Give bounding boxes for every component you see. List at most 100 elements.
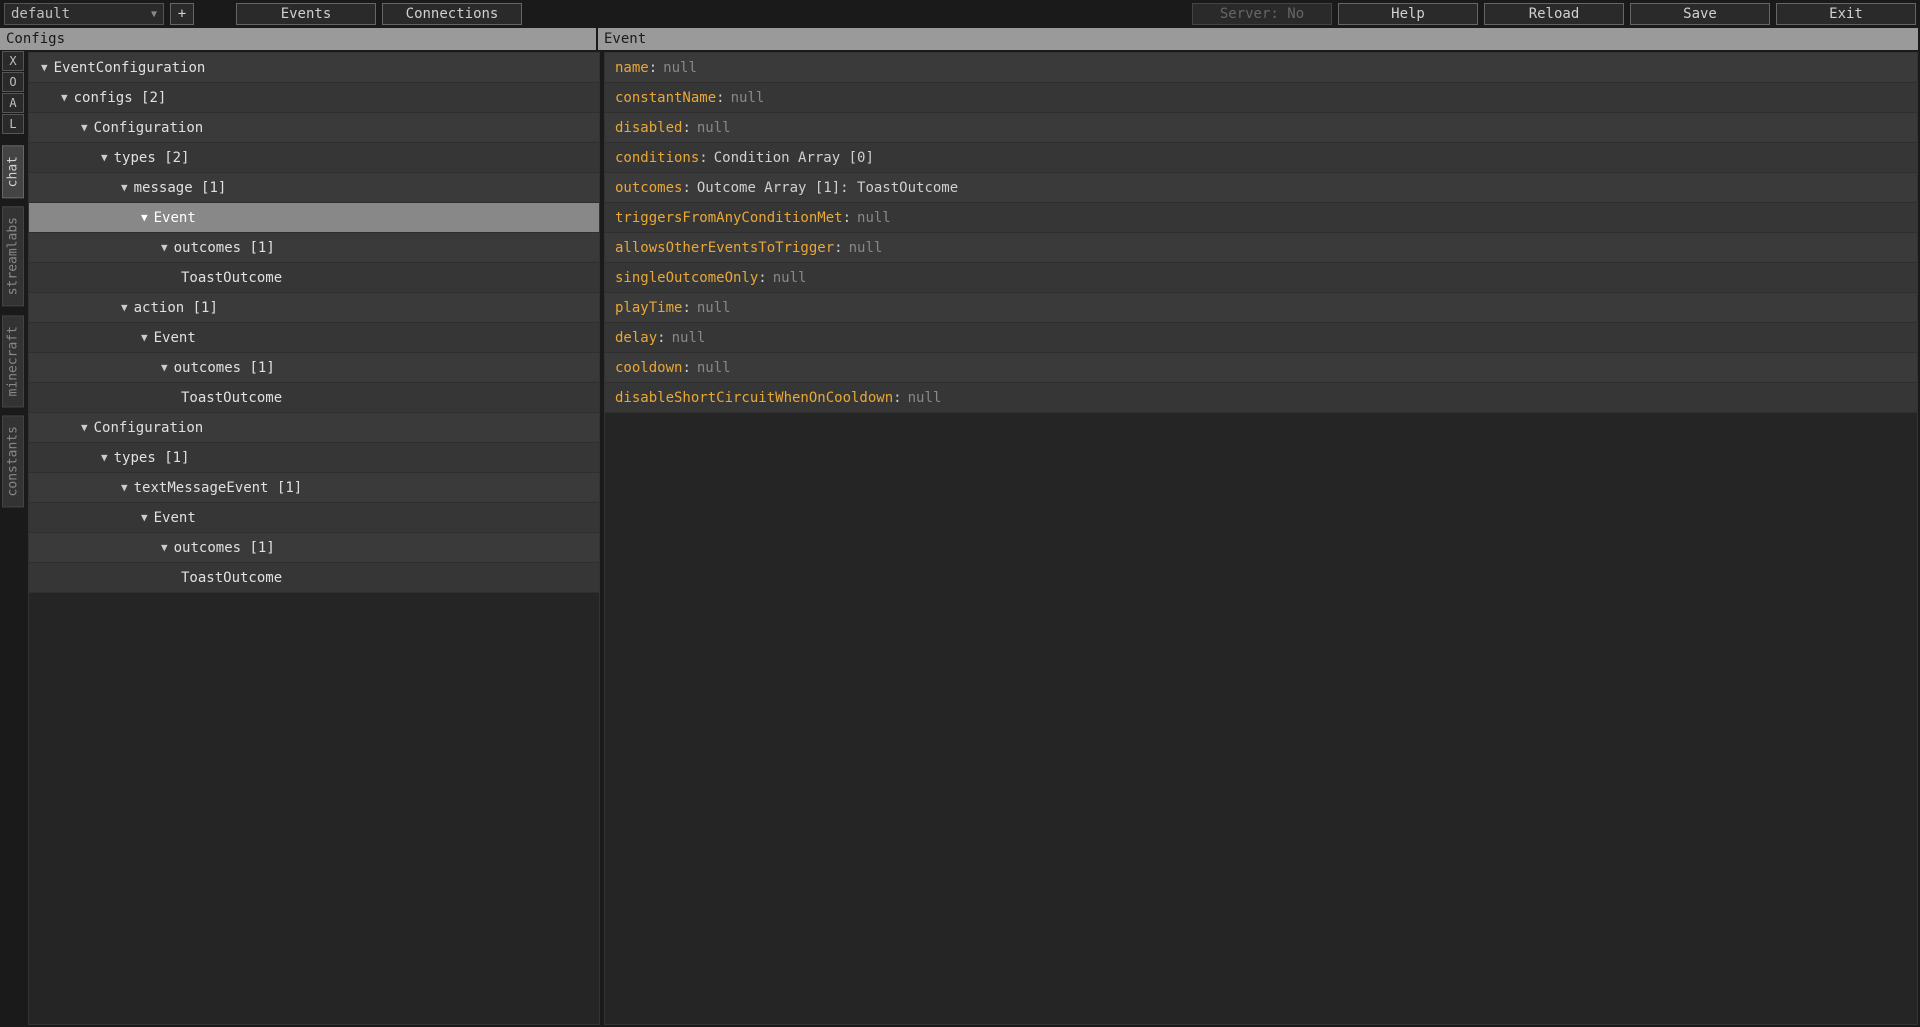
expand-arrow-icon[interactable]: ▼ (41, 61, 48, 74)
save-button[interactable]: Save (1630, 3, 1770, 25)
event-properties-panel: name:nullconstantName:nulldisabled:nullc… (604, 52, 1918, 1025)
tree-row[interactable]: ▼ Configuration (29, 413, 599, 443)
property-row[interactable]: triggersFromAnyConditionMet:null (605, 203, 1917, 233)
property-separator: : (716, 90, 724, 106)
expand-arrow-icon[interactable]: ▼ (161, 361, 168, 374)
property-row[interactable]: disabled:null (605, 113, 1917, 143)
expand-arrow-icon[interactable]: ▼ (161, 241, 168, 254)
expand-arrow-icon[interactable]: ▼ (101, 451, 108, 464)
property-key: disabled (615, 120, 682, 136)
tree-row-label: ToastOutcome (181, 270, 282, 286)
expand-arrow-icon[interactable]: ▼ (121, 181, 128, 194)
tree-row[interactable]: ▼ outcomes [1] (29, 233, 599, 263)
tree-row-label: action [1] (134, 300, 218, 316)
expand-arrow-icon[interactable]: ▼ (161, 541, 168, 554)
expand-arrow-icon[interactable]: ▼ (61, 91, 68, 104)
property-separator: : (682, 360, 690, 376)
sidebar-column: XOAL chat streamlabs minecraft constants (0, 50, 26, 1027)
expand-arrow-icon[interactable]: ▼ (121, 301, 128, 314)
tree-row-label: outcomes [1] (174, 240, 275, 256)
expand-arrow-icon[interactable]: ▼ (81, 421, 88, 434)
tree-row-label: types [2] (114, 150, 190, 166)
vtab-chat[interactable]: chat (2, 145, 24, 198)
property-key: playTime (615, 300, 682, 316)
property-separator: : (699, 150, 707, 166)
property-row[interactable]: constantName:null (605, 83, 1917, 113)
tree-row[interactable]: ▼ Configuration (29, 113, 599, 143)
tree-row[interactable]: ▼ types [2] (29, 143, 599, 173)
property-separator: : (682, 180, 690, 196)
property-row[interactable]: playTime:null (605, 293, 1917, 323)
property-key: singleOutcomeOnly (615, 270, 758, 286)
tree-row[interactable]: ▼ EventConfiguration (29, 53, 599, 83)
profile-dropdown[interactable]: default ▼ (4, 3, 164, 25)
tree-row-label: EventConfiguration (54, 60, 206, 76)
profile-dropdown-value: default (11, 6, 70, 22)
event-panel-header: Event (598, 28, 1920, 50)
tree-row[interactable]: ▼ message [1] (29, 173, 599, 203)
property-key: conditions (615, 150, 699, 166)
property-row[interactable]: allowsOtherEventsToTrigger:null (605, 233, 1917, 263)
tree-row[interactable]: ▼ outcomes [1] (29, 533, 599, 563)
mini-button-a[interactable]: A (2, 93, 24, 113)
tree-row-label: Event (154, 210, 196, 226)
tree-row[interactable]: ▼types [1] (29, 443, 599, 473)
tree-row[interactable]: ▼ textMessageEvent [1] (29, 473, 599, 503)
mini-button-o[interactable]: O (2, 72, 24, 92)
property-row[interactable]: cooldown:null (605, 353, 1917, 383)
tree-row[interactable]: ▼ action [1] (29, 293, 599, 323)
mini-button-l[interactable]: L (2, 114, 24, 134)
tree-row-label: Configuration (94, 420, 204, 436)
property-row[interactable]: name:null (605, 53, 1917, 83)
tree-row[interactable]: ToastOutcome (29, 383, 599, 413)
expand-arrow-icon[interactable]: ▼ (121, 481, 128, 494)
tree-row[interactable]: ToastOutcome (29, 263, 599, 293)
property-key: delay (615, 330, 657, 346)
mini-button-x[interactable]: X (2, 51, 24, 71)
server-status-button[interactable]: Server: No (1192, 3, 1332, 25)
property-value: null (672, 330, 706, 346)
expand-arrow-icon[interactable]: ▼ (141, 331, 148, 344)
expand-arrow-icon[interactable]: ▼ (81, 121, 88, 134)
tree-row-label: outcomes [1] (174, 360, 275, 376)
property-row[interactable]: disableShortCircuitWhenOnCooldown:null (605, 383, 1917, 413)
tree-row[interactable]: ▼ Event (29, 203, 599, 233)
connections-button[interactable]: Connections (382, 3, 522, 25)
property-separator: : (657, 330, 665, 346)
property-row[interactable]: delay: null (605, 323, 1917, 353)
vtab-constants[interactable]: constants (2, 415, 24, 507)
configs-tree-panel: ▼EventConfiguration▼configs [2]▼Configur… (28, 52, 600, 1025)
tree-row[interactable]: ▼ outcomes [1] (29, 353, 599, 383)
property-value: null (663, 60, 697, 76)
property-value: Outcome Array [1]: ToastOutcome (697, 180, 958, 196)
add-profile-button[interactable]: + (170, 3, 194, 25)
toolbar-right-group: Server: No Help Reload Save Exit (1192, 3, 1916, 25)
property-key: constantName (615, 90, 716, 106)
events-button[interactable]: Events (236, 3, 376, 25)
tree-row-label: outcomes [1] (174, 540, 275, 556)
property-row[interactable]: outcomes:Outcome Array [1]: ToastOutcome (605, 173, 1917, 203)
help-button[interactable]: Help (1338, 3, 1478, 25)
property-key: disableShortCircuitWhenOnCooldown (615, 390, 893, 406)
reload-button[interactable]: Reload (1484, 3, 1624, 25)
tree-row[interactable]: ▼configs [2] (29, 83, 599, 113)
property-separator: : (682, 300, 690, 316)
expand-arrow-icon[interactable]: ▼ (141, 211, 148, 224)
property-value: null (697, 120, 731, 136)
top-toolbar: default ▼ + Events Connections Server: N… (0, 0, 1920, 28)
tree-row[interactable]: ▼ Event (29, 323, 599, 353)
expand-arrow-icon[interactable]: ▼ (101, 151, 108, 164)
expand-arrow-icon[interactable]: ▼ (141, 511, 148, 524)
tree-row-label: Configuration (94, 120, 204, 136)
tree-row-label: textMessageEvent [1] (134, 480, 303, 496)
vtab-streamlabs[interactable]: streamlabs (2, 206, 24, 306)
tree-row-label: message [1] (134, 180, 227, 196)
property-row[interactable]: singleOutcomeOnly:null (605, 263, 1917, 293)
tree-row[interactable]: ▼Event (29, 503, 599, 533)
vtab-minecraft[interactable]: minecraft (2, 315, 24, 407)
property-separator: : (843, 210, 851, 226)
exit-button[interactable]: Exit (1776, 3, 1916, 25)
tree-row-label: Event (154, 330, 196, 346)
property-row[interactable]: conditions:Condition Array [0] (605, 143, 1917, 173)
tree-row[interactable]: ToastOutcome (29, 563, 599, 593)
